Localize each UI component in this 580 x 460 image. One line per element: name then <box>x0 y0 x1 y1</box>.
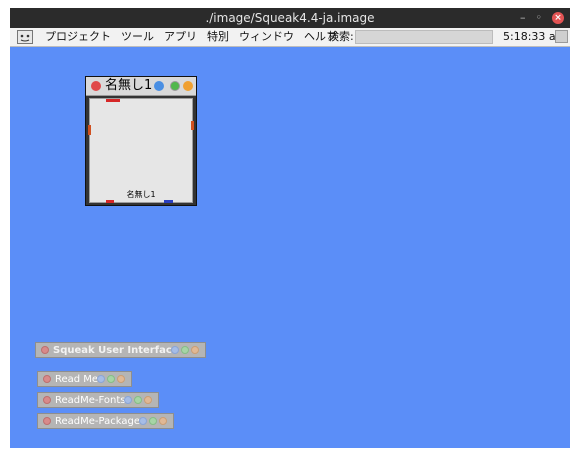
collapse-icon[interactable] <box>144 396 152 404</box>
close-icon[interactable] <box>41 346 49 354</box>
flap-tab-right[interactable] <box>191 121 194 130</box>
collapsed-window-readme-packages[interactable]: ReadMe-Packages <box>37 413 174 429</box>
collapse-icon[interactable] <box>117 375 125 383</box>
close-icon[interactable] <box>43 417 51 425</box>
project-titlebar[interactable]: 名無し1 <box>86 77 196 96</box>
close-icon[interactable] <box>43 375 51 383</box>
collapsed-window-squeak-ui[interactable]: Squeak User Interface <box>35 342 206 358</box>
window-titlebar[interactable]: ./image/Squeak4.4-ja.image – ◦ × <box>10 8 570 28</box>
squeak-logo-icon[interactable] <box>17 30 33 44</box>
close-icon[interactable] <box>91 81 101 91</box>
collapsed-window-readme[interactable]: Read Me <box>37 371 132 387</box>
menu-project[interactable]: プロジェクト <box>45 28 111 46</box>
collapse-icon[interactable] <box>183 81 193 91</box>
flap-tab-left[interactable] <box>88 125 91 135</box>
project-title: 名無し1 <box>105 78 153 93</box>
flap-tab-bottom-right[interactable] <box>164 200 173 203</box>
project-window[interactable]: 名無し1 名無し1 <box>85 76 197 206</box>
collapsed-window-label: Read Me <box>55 374 99 385</box>
flap-tab-top[interactable] <box>106 99 120 102</box>
search-input[interactable] <box>355 30 493 44</box>
menu-icon[interactable] <box>124 396 132 404</box>
squeak-menubar: プロジェクト ツール アプリ 特別 ウィンドウ ヘルプ 検索: 5:18:33 … <box>10 28 570 47</box>
menu-icon[interactable] <box>171 346 179 354</box>
expand-icon[interactable] <box>107 375 115 383</box>
collapsed-window-label: ReadMe-Packages <box>55 416 146 427</box>
expand-icon[interactable] <box>181 346 189 354</box>
menu-apps[interactable]: アプリ <box>164 28 197 46</box>
flap-tab-bottom-left[interactable] <box>106 200 114 203</box>
menu-window[interactable]: ウィンドウ <box>239 28 294 46</box>
search-label: 検索: <box>328 30 354 43</box>
menu-icon[interactable] <box>154 81 164 91</box>
collapse-icon[interactable] <box>159 417 167 425</box>
expand-icon[interactable] <box>134 396 142 404</box>
minimize-icon[interactable]: – <box>520 8 526 28</box>
menu-icon[interactable] <box>97 375 105 383</box>
fullscreen-icon[interactable] <box>555 30 568 43</box>
menu-special[interactable]: 特別 <box>207 28 229 46</box>
collapsed-window-readme-fonts[interactable]: ReadMe-Fonts <box>37 392 159 408</box>
project-preview[interactable]: 名無し1 <box>88 98 194 203</box>
window-title: ./image/Squeak4.4-ja.image <box>205 11 375 25</box>
expand-icon[interactable] <box>170 81 180 91</box>
expand-icon[interactable] <box>149 417 157 425</box>
close-icon[interactable] <box>43 396 51 404</box>
restore-icon[interactable]: ◦ <box>536 8 543 28</box>
collapsed-window-label: Squeak User Interface <box>53 345 179 356</box>
collapse-icon[interactable] <box>191 346 199 354</box>
close-icon[interactable]: × <box>552 12 564 24</box>
menu-tools[interactable]: ツール <box>121 28 154 46</box>
desktop[interactable]: ./image/Squeak4.4-ja.image – ◦ × プロジェクト … <box>10 8 570 448</box>
menu-icon[interactable] <box>139 417 147 425</box>
project-label: 名無し1 <box>126 190 156 199</box>
collapsed-window-label: ReadMe-Fonts <box>55 395 126 406</box>
